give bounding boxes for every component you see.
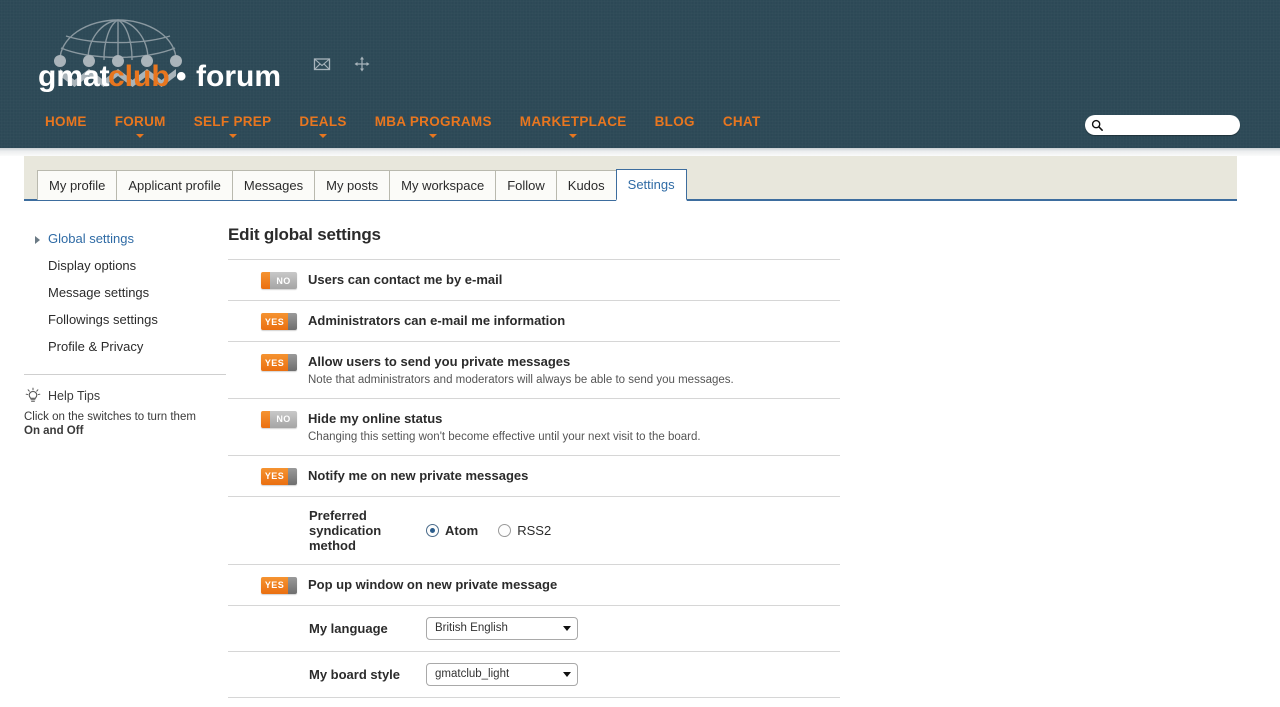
select-value: gmatclub_light [435,668,509,680]
help-tips-title: Help Tips [48,389,100,403]
setting-label-language: My language [228,621,426,636]
toggle-hide-online-status[interactable]: NO [261,411,297,428]
page-title: Edit global settings [228,225,840,245]
toggle-knob [288,354,297,371]
tab-applicant-profile[interactable]: Applicant profile [116,170,233,200]
settings-main: Edit global settings NO Users can contac… [216,201,840,707]
header-icon-group [312,54,372,74]
setting-row: My timezone [UTC - 8] Pacific Standard T… [228,698,840,707]
site-logo[interactable]: gmat club • forum [38,14,308,92]
sidebar-item-display-options[interactable]: Display options [24,252,216,279]
tab-settings[interactable]: Settings [616,169,687,201]
logo-text-dot: • [176,60,187,92]
toggle-state-label: NO [270,272,297,289]
nav-item-forum[interactable]: FORUM [115,114,166,138]
tab-my-workspace[interactable]: My workspace [389,170,496,200]
help-tips-emphasis: On and Off [24,425,83,437]
logo-text-gmat: gmat [38,60,110,92]
radio-label: RSS2 [517,523,551,538]
setting-row: YES Pop up window on new private message [228,565,840,606]
nav-item-self-prep[interactable]: SELF PREP [194,114,272,138]
setting-label: Users can contact me by e-mail [308,272,840,288]
nav-item-chat[interactable]: CHAT [723,114,761,138]
toggle-allow-private-messages[interactable]: YES [261,354,297,371]
toggle-users-contact-email[interactable]: NO [261,272,297,289]
setting-row: My board style gmatclub_light [228,652,840,698]
setting-label: Notify me on new private messages [308,468,840,484]
nav-item-deals[interactable]: DEALS [299,114,346,138]
setting-label: Allow users to send you private messages [308,354,840,370]
chevron-down-icon [563,672,571,677]
radio-rss2[interactable]: RSS2 [498,523,551,538]
move-crosshair-icon[interactable] [352,54,372,74]
setting-row: YES Allow users to send you private mess… [228,342,840,399]
setting-row: Preferred syndication method Atom RSS2 [228,497,840,565]
globe-icon [60,20,176,60]
radio-label: Atom [445,523,478,538]
tab-my-profile[interactable]: My profile [37,170,117,200]
tab-my-posts[interactable]: My posts [314,170,390,200]
radio-dot [498,524,511,537]
toggle-popup-new-pm[interactable]: YES [261,577,297,594]
help-tips-panel: Help Tips Click on the switches to turn … [24,375,224,439]
toggle-state-label: YES [261,577,288,594]
select-board-style[interactable]: gmatclub_light [426,663,578,686]
tab-messages[interactable]: Messages [232,170,315,200]
toggle-knob [288,468,297,485]
chevron-down-icon [563,626,571,631]
page-body: Global settings Display options Message … [0,201,1280,707]
tab-follow[interactable]: Follow [495,170,557,200]
nav-item-marketplace[interactable]: MARKETPLACE [520,114,627,138]
search-input[interactable] [1103,119,1231,131]
setting-label: Administrators can e-mail me information [308,313,840,329]
nav-item-home[interactable]: HOME [45,114,87,138]
header-gradient-divider [0,148,1280,156]
toggle-state-label: YES [261,313,288,330]
select-value: British English [435,622,508,634]
sidebar-item-followings-settings[interactable]: Followings settings [24,306,216,333]
settings-rows: NO Users can contact me by e-mail YES Ad… [228,259,840,707]
search-box[interactable] [1085,115,1240,135]
envelope-icon[interactable] [312,54,332,74]
profile-tabstrip: My profile Applicant profile Messages My… [24,156,1237,201]
sidebar-item-profile-privacy[interactable]: Profile & Privacy [24,333,216,360]
sidebar-item-message-settings[interactable]: Message settings [24,279,216,306]
syndication-radio-group: Atom RSS2 [426,523,551,538]
nav-item-blog[interactable]: BLOG [655,114,695,138]
setting-label: Hide my online status [308,411,840,427]
toggle-state-label: YES [261,354,288,371]
toggle-state-label: YES [261,468,288,485]
select-language[interactable]: British English [426,617,578,640]
tab-kudos[interactable]: Kudos [556,170,617,200]
setting-label: Pop up window on new private message [308,577,840,593]
site-header: gmat club • forum HOME FORUM SELF PREP D… [0,0,1280,148]
toggle-notify-new-pm[interactable]: YES [261,468,297,485]
setting-row: YES Administrators can e-mail me informa… [228,301,840,342]
radio-atom[interactable]: Atom [426,523,478,538]
setting-row: NO Users can contact me by e-mail [228,260,840,301]
toggle-state-label: NO [270,411,297,428]
setting-description: Note that administrators and moderators … [308,373,840,387]
logo-text-forum: forum [196,60,281,92]
setting-row: YES Notify me on new private messages [228,456,840,497]
settings-sidebar: Global settings Display options Message … [0,201,216,707]
help-tips-text: Click on the switches to turn them [24,411,196,423]
nav-item-mba-programs[interactable]: MBA PROGRAMS [375,114,492,138]
logo-text-club: club [108,60,170,92]
setting-label-syndication: Preferred syndication method [228,508,426,553]
setting-row: My language British English [228,606,840,652]
lightbulb-icon [24,387,42,405]
setting-row: NO Hide my online status Changing this s… [228,399,840,456]
search-icon [1091,119,1103,131]
toggle-knob [261,411,270,428]
main-nav: HOME FORUM SELF PREP DEALS MBA PROGRAMS … [45,114,789,138]
toggle-admins-email-info[interactable]: YES [261,313,297,330]
toggle-knob [261,272,270,289]
toggle-knob [288,577,297,594]
toggle-knob [288,313,297,330]
radio-dot [426,524,439,537]
setting-label-board-style: My board style [228,667,426,682]
setting-description: Changing this setting won't become effec… [308,430,840,444]
sidebar-item-global-settings[interactable]: Global settings [24,225,216,252]
